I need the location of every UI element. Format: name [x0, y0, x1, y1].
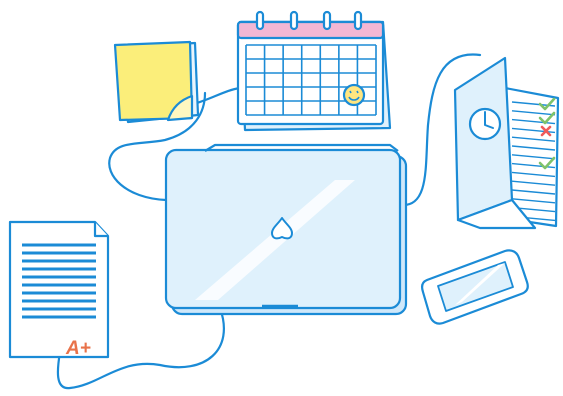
devices-illustration: A+: [8, 10, 560, 390]
smartphone-icon: [420, 249, 529, 325]
sticky-notes-icon: [113, 40, 200, 124]
document-page: [8, 220, 110, 359]
calendar-icon: [236, 10, 392, 132]
clock-icon: [468, 107, 502, 141]
laptop-icon: [164, 143, 408, 316]
checklist-folder-icon: [453, 56, 560, 230]
grade-label: A+: [65, 338, 91, 359]
smiley-sticker-icon: [342, 83, 366, 107]
graded-document-icon: A+: [8, 220, 110, 359]
